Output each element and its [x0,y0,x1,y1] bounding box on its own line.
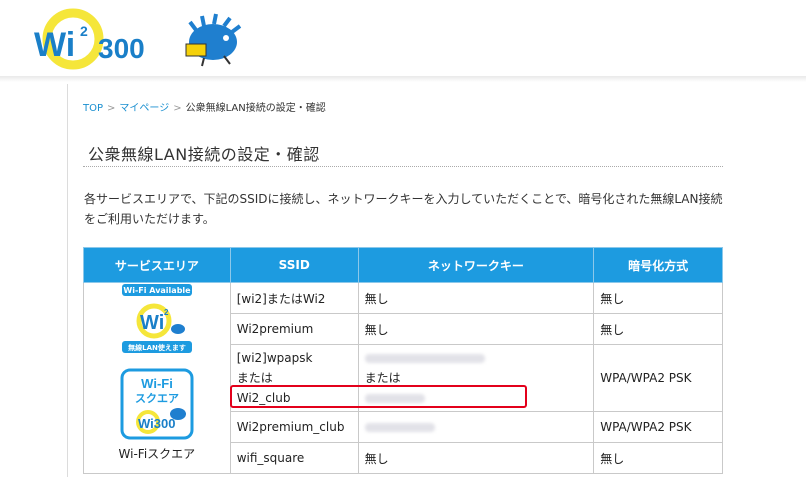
enc-cell: 無し [593,282,723,314]
svg-text:Wi300: Wi300 [138,416,175,431]
ssid-table: サービスエリア SSID ネットワークキー 暗号化方式 Wi-Fi Availa… [83,247,723,474]
key-cell [357,411,595,443]
breadcrumb: TOP > マイページ > 公衆無線LAN接続の設定・確認 [83,99,326,114]
breadcrumb-separator: > [173,103,182,114]
sticker-bottom-text: 無線LAN使えます [128,343,186,352]
title-divider [83,166,723,167]
svg-text:300: 300 [98,33,145,64]
svg-text:スクエア: スクエア [135,392,179,405]
wifi-square-sticker: Wi-Fi スクエア Wi300 [120,368,194,440]
ssid-cell: wifi_square [229,442,359,474]
enc-cell: 無し [593,313,723,345]
ssid-cell: [wi2]またはWi2 [229,282,359,314]
enc-cell: WPA/WPA2 PSK [593,344,723,412]
breadcrumb-mypage-link[interactable]: マイページ [119,103,169,114]
header-encryption: 暗号化方式 [593,247,723,283]
page-description: 各サービスエリアで、下記のSSIDに接続し、ネットワークキーを入力していただくこ… [84,192,723,226]
header-shadow [0,76,806,82]
wi2-300-logo[interactable]: Wi 2 300 [28,8,248,70]
breadcrumb-current: 公衆無線LAN接続の設定・確認 [185,103,326,114]
blurred-key [364,354,485,363]
service-area-cell: Wi-Fi Available Wi 2 無線LAN使えます Wi-Fi スクエ… [83,282,231,474]
service-area-label: Wi-Fiスクエア [118,447,196,461]
ssid-wpapsk: [wi2]wpapsk [236,351,313,365]
highlight-box [230,385,527,408]
sticker-top-text: Wi-Fi Available [123,286,191,295]
square-title-text: Wi-Fi [141,376,173,391]
page-title: 公衆無線LAN接続の設定・確認 [88,145,320,164]
enc-cell: WPA/WPA2 PSK [593,411,723,443]
svg-text:2: 2 [80,23,88,39]
enc-cell: 無し [593,442,723,474]
key-cell: 無し [357,313,595,345]
header-network-key: ネットワークキー [357,247,595,283]
ssid-cell: Wi2premium_club [229,411,359,443]
svg-text:2: 2 [164,308,169,317]
blurred-key [364,423,435,432]
table-header-row: サービスエリア SSID ネットワークキー 暗号化方式 [83,247,723,283]
ssid-cell: Wi2premium [229,313,359,345]
table-row: Wi-Fi Available Wi 2 無線LAN使えます Wi-Fi スクエ… [83,282,723,474]
key-cell: 無し [357,442,595,474]
svg-text:Wi: Wi [34,26,75,64]
ssid-or-text: または [236,371,273,385]
header-service-area: サービスエリア [83,247,231,283]
breadcrumb-top-link[interactable]: TOP [83,103,103,114]
header-ssid: SSID [229,247,359,283]
svg-text:Wi: Wi [140,312,164,334]
breadcrumb-separator: > [107,103,116,114]
wifi-available-sticker: Wi-Fi Available Wi 2 無線LAN使えます [121,284,192,353]
site-header: Wi 2 300 [0,0,806,77]
key-or-text: または [364,371,401,385]
key-cell: 無し [357,282,595,314]
